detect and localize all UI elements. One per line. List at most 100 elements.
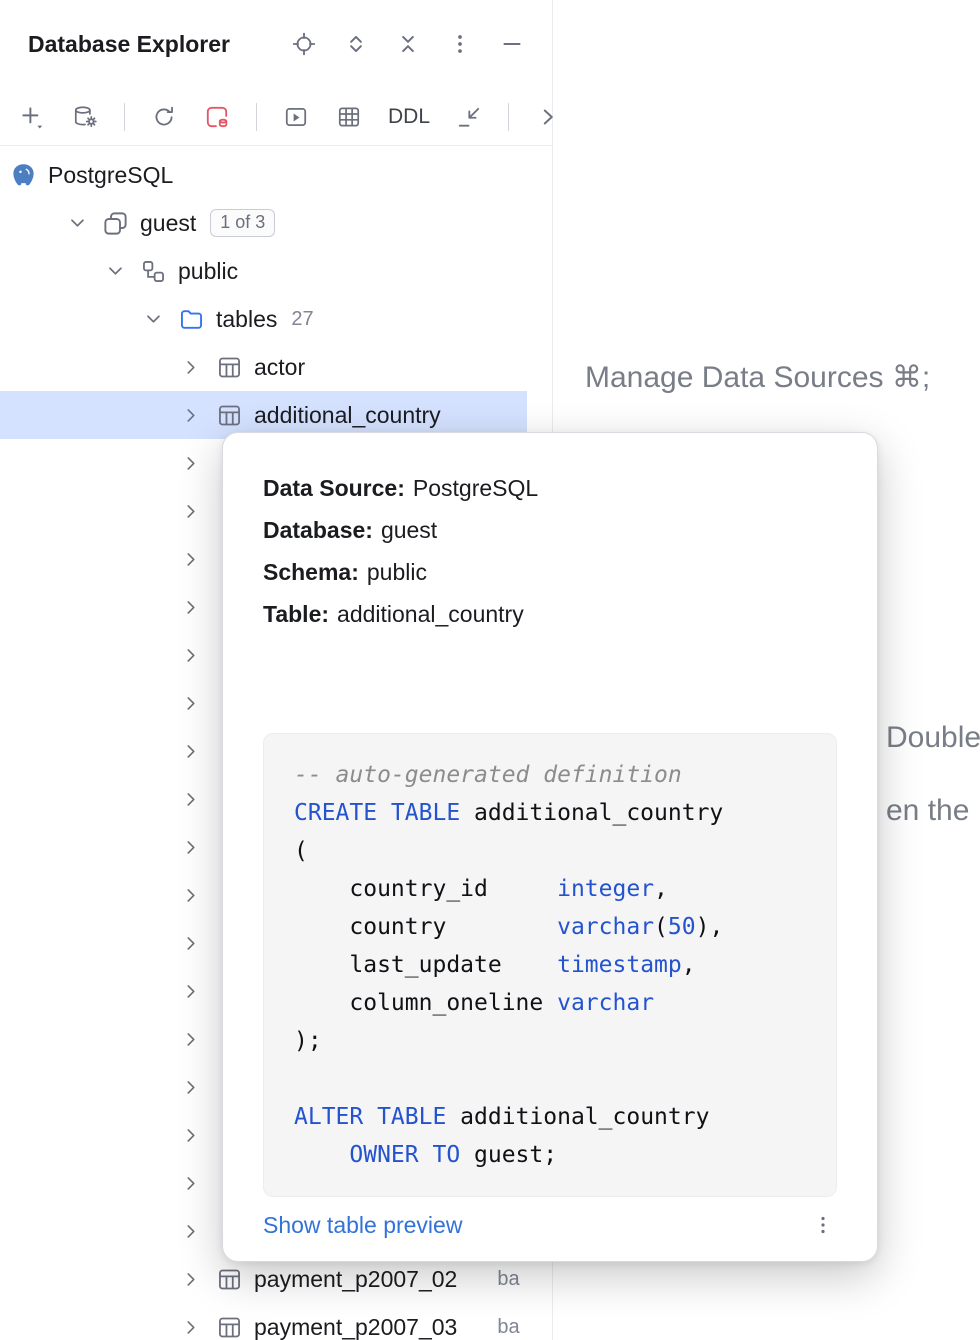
tooltip-field: Table: additional_country xyxy=(263,593,837,635)
database-icon xyxy=(102,210,129,237)
table-icon xyxy=(216,354,243,381)
tree-row-guest[interactable]: guest 1 of 3 xyxy=(0,199,553,247)
chevron-right-icon[interactable] xyxy=(178,546,204,572)
chevron-right-icon[interactable] xyxy=(178,1074,204,1100)
background-text-fragment-1: Double xyxy=(886,721,980,755)
manage-data-sources-hint: Manage Data Sources ⌘; xyxy=(585,360,930,395)
chevron-down-icon[interactable] xyxy=(64,210,90,236)
chevron-right-icon[interactable] xyxy=(178,1026,204,1052)
tree-row-payment_p2007_02[interactable]: payment_p2007_02 ba xyxy=(0,1255,553,1303)
query-console-icon[interactable] xyxy=(282,103,310,131)
chevron-right-icon[interactable] xyxy=(178,594,204,620)
toolbar-separator xyxy=(256,103,257,131)
tree-label: PostgreSQL xyxy=(48,162,173,189)
chevron-right-icon[interactable] xyxy=(178,930,204,956)
code-line: country varchar(50), xyxy=(294,908,820,946)
code-line xyxy=(294,1060,820,1098)
field-label: Database: xyxy=(263,517,373,543)
jump-to-editor-icon[interactable] xyxy=(455,103,483,131)
tooltip-field: Schema: public xyxy=(263,551,837,593)
code-line: column_oneline varchar xyxy=(294,984,820,1022)
table-icon xyxy=(216,402,243,429)
manage-data-sources-text: Manage Data Sources xyxy=(585,361,884,394)
chevron-right-icon[interactable] xyxy=(178,1314,204,1340)
show-table-preview-link[interactable]: Show table preview xyxy=(263,1212,462,1239)
field-label: Table: xyxy=(263,601,329,627)
tree-suffix: ba xyxy=(497,1268,519,1291)
field-label: Schema: xyxy=(263,559,359,585)
code-line: ); xyxy=(294,1022,820,1060)
ddl-button[interactable]: DDL xyxy=(388,105,430,129)
chevron-right-icon[interactable] xyxy=(178,738,204,764)
chevron-down-icon[interactable] xyxy=(140,306,166,332)
chevron-right-icon[interactable] xyxy=(178,1122,204,1148)
hide-panel-icon[interactable] xyxy=(498,30,526,58)
ddl-code: -- auto-generated definitionCREATE TABLE… xyxy=(263,733,837,1197)
tooltip-more-icon[interactable] xyxy=(809,1211,837,1239)
tree-label: payment_p2007_03 xyxy=(254,1314,457,1340)
locate-icon[interactable] xyxy=(290,30,318,58)
chevron-right-icon[interactable] xyxy=(178,498,204,524)
tree-suffix: ba xyxy=(497,1316,519,1339)
chevron-right-icon[interactable] xyxy=(178,978,204,1004)
open-data-icon[interactable] xyxy=(335,103,363,131)
chevron-right-icon[interactable] xyxy=(178,1218,204,1244)
expand-all-icon[interactable] xyxy=(342,30,370,58)
chevron-down-icon[interactable] xyxy=(102,258,128,284)
code-line: OWNER TO guest; xyxy=(294,1136,820,1174)
chevron-right-icon[interactable] xyxy=(178,402,204,428)
tree-label: public xyxy=(178,258,238,285)
new-item-icon[interactable] xyxy=(18,103,46,131)
chevron-right-icon[interactable] xyxy=(178,450,204,476)
tree-row-actor[interactable]: actor xyxy=(0,343,553,391)
chevron-right-icon[interactable] xyxy=(178,1266,204,1292)
collapse-all-icon[interactable] xyxy=(394,30,422,58)
tree-count: 27 xyxy=(291,308,313,331)
schema-icon xyxy=(140,258,167,285)
field-value: guest xyxy=(381,517,437,543)
tree-label: guest xyxy=(140,210,196,237)
toolbar: DDL xyxy=(0,88,552,146)
table-tooltip: Data Source:PostgreSQL Database: guest Sc… xyxy=(222,432,878,1262)
toolbar-separator xyxy=(508,103,509,131)
chevron-right-icon[interactable] xyxy=(178,786,204,812)
tree-row-public[interactable]: public xyxy=(0,247,553,295)
more-options-icon[interactable] xyxy=(446,30,474,58)
code-line: ( xyxy=(294,832,820,870)
tooltip-field: Data Source:PostgreSQL xyxy=(263,467,837,509)
manage-data-sources-shortcut: ⌘; xyxy=(892,361,930,394)
chevron-right-icon[interactable] xyxy=(178,642,204,668)
field-value: public xyxy=(367,559,427,585)
chevron-right-icon[interactable] xyxy=(178,354,204,380)
toolbar-separator xyxy=(124,103,125,131)
app-root: Manage Data Sources ⌘; Double en the Dat… xyxy=(0,0,980,1340)
panel-header: Database Explorer xyxy=(0,0,552,88)
background-text-fragment-2: en the xyxy=(886,794,969,828)
disconnect-icon[interactable] xyxy=(203,103,231,131)
panel-header-icons xyxy=(290,30,526,58)
tree-row-PostgreSQL[interactable]: PostgreSQL xyxy=(0,151,553,199)
refresh-icon[interactable] xyxy=(150,103,178,131)
tooltip-field: Database: guest xyxy=(263,509,837,551)
chevron-right-icon[interactable] xyxy=(178,1170,204,1196)
tree-badge: 1 of 3 xyxy=(210,209,275,237)
code-line: CREATE TABLE additional_country xyxy=(294,794,820,832)
panel-title: Database Explorer xyxy=(28,31,230,58)
chevron-right-icon[interactable] xyxy=(178,882,204,908)
tree-label: tables xyxy=(216,306,277,333)
field-label: Data Source: xyxy=(263,475,405,501)
chevron-right-icon[interactable] xyxy=(178,690,204,716)
tooltip-footer: Show table preview xyxy=(263,1211,837,1239)
more-toolbar-icon[interactable] xyxy=(534,103,562,131)
tree-row-payment_p2007_03[interactable]: payment_p2007_03 ba xyxy=(0,1303,553,1340)
chevron-right-icon[interactable] xyxy=(178,834,204,860)
code-line: -- auto-generated definition xyxy=(294,756,820,794)
data-source-properties-icon[interactable] xyxy=(71,103,99,131)
tree-label: actor xyxy=(254,354,305,381)
table-icon xyxy=(216,1266,243,1293)
field-value: additional_country xyxy=(337,601,524,627)
tree-label: payment_p2007_02 xyxy=(254,1266,457,1293)
postgresql-icon xyxy=(10,162,37,189)
code-line: last_update timestamp, xyxy=(294,946,820,984)
tree-row-tables[interactable]: tables 27 xyxy=(0,295,553,343)
